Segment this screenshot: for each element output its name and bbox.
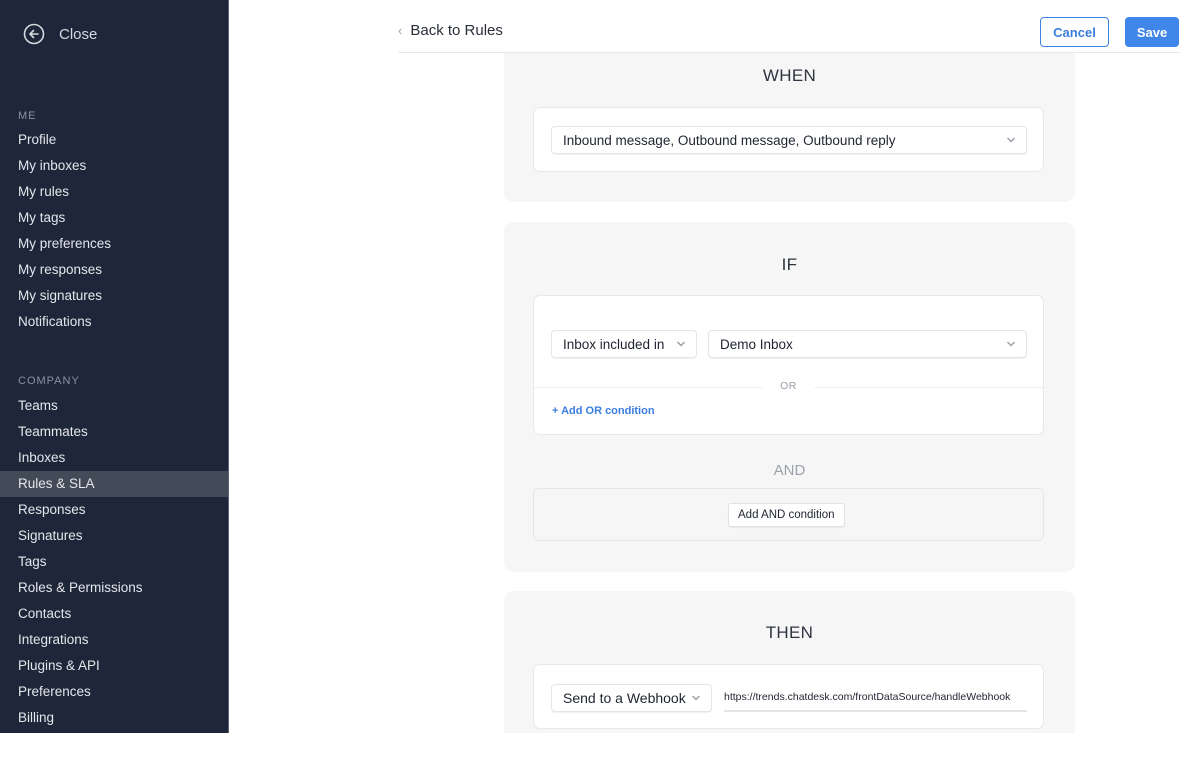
back-to-rules-label: Back to Rules [410, 22, 503, 39]
nav-list-company: Teams Teammates Inboxes Rules & SLA Resp… [0, 393, 228, 731]
webhook-url-input[interactable] [724, 684, 1027, 712]
sidebar-item-profile[interactable]: Profile [0, 127, 228, 153]
and-condition-box: Add AND condition [533, 488, 1044, 541]
section-label-company: COMPANY [18, 375, 80, 387]
and-label: AND [504, 462, 1075, 479]
then-title: THEN [504, 623, 1075, 643]
save-button[interactable]: Save [1125, 17, 1179, 47]
cancel-button[interactable]: Cancel [1040, 17, 1109, 47]
condition-value-select[interactable]: Demo Inbox [708, 330, 1027, 358]
chevron-left-icon: ‹ [398, 23, 402, 38]
if-condition-card: Inbox included in Demo Inbox OR + Add OR… [533, 295, 1044, 435]
nav-list-me: Profile My inboxes My rules My tags My p… [0, 127, 228, 335]
back-to-rules-link[interactable]: ‹ Back to Rules [398, 22, 503, 39]
trigger-select[interactable]: Inbound message, Outbound message, Outbo… [551, 126, 1027, 154]
if-section: IF Inbox included in Demo Inbox OR + Add… [504, 222, 1075, 572]
or-label: OR [762, 380, 815, 392]
add-and-condition-button[interactable]: Add AND condition [728, 503, 845, 527]
sidebar-item-signatures[interactable]: Signatures [0, 523, 228, 549]
condition-value: Demo Inbox [720, 337, 793, 352]
when-card: Inbound message, Outbound message, Outbo… [533, 107, 1044, 172]
sidebar-item-teammates[interactable]: Teammates [0, 419, 228, 445]
add-or-condition-link[interactable]: + Add OR condition [552, 405, 655, 417]
sidebar-item-my-inboxes[interactable]: My inboxes [0, 153, 228, 179]
when-title: WHEN [504, 66, 1075, 86]
chevron-down-icon [1006, 136, 1016, 144]
back-arrow-circle-icon [23, 23, 45, 45]
chevron-down-icon [676, 340, 686, 348]
sidebar-item-billing[interactable]: Billing [0, 705, 228, 731]
action-select-value: Send to a Webhook [563, 690, 686, 706]
sidebar-item-my-tags[interactable]: My tags [0, 205, 228, 231]
sidebar-item-tags[interactable]: Tags [0, 549, 228, 575]
sidebar-item-notifications[interactable]: Notifications [0, 309, 228, 335]
condition-field-select[interactable]: Inbox included in [551, 330, 697, 358]
then-action-card: Send to a Webhook [533, 664, 1044, 729]
app-viewport: Close ME Profile My inboxes My rules My … [0, 0, 1200, 733]
rule-editor-header: ‹ Back to Rules Cancel Save [398, 0, 1180, 53]
sidebar-item-my-signatures[interactable]: My signatures [0, 283, 228, 309]
sidebar-item-my-rules[interactable]: My rules [0, 179, 228, 205]
sidebar-item-preferences[interactable]: Preferences [0, 679, 228, 705]
sidebar-item-teams[interactable]: Teams [0, 393, 228, 419]
sidebar-item-rules-sla[interactable]: Rules & SLA [0, 471, 228, 497]
sidebar-item-integrations[interactable]: Integrations [0, 627, 228, 653]
sidebar-item-inboxes[interactable]: Inboxes [0, 445, 228, 471]
chevron-down-icon [1006, 340, 1016, 348]
sidebar-item-contacts[interactable]: Contacts [0, 601, 228, 627]
trigger-select-value: Inbound message, Outbound message, Outbo… [563, 133, 895, 148]
if-title: IF [504, 255, 1075, 275]
condition-field-value: Inbox included in [563, 337, 664, 352]
action-select[interactable]: Send to a Webhook [551, 684, 712, 712]
sidebar-item-plugins-api[interactable]: Plugins & API [0, 653, 228, 679]
section-label-me: ME [18, 110, 37, 122]
settings-sidebar: Close ME Profile My inboxes My rules My … [0, 0, 229, 733]
close-button[interactable]: Close [23, 23, 97, 45]
sidebar-item-roles-permissions[interactable]: Roles & Permissions [0, 575, 228, 601]
close-label: Close [59, 26, 97, 43]
sidebar-item-my-responses[interactable]: My responses [0, 257, 228, 283]
then-section: THEN Send to a Webhook [504, 591, 1075, 733]
sidebar-item-my-preferences[interactable]: My preferences [0, 231, 228, 257]
when-section: WHEN Inbound message, Outbound message, … [504, 30, 1075, 202]
chevron-down-icon [691, 694, 701, 702]
sidebar-item-responses[interactable]: Responses [0, 497, 228, 523]
